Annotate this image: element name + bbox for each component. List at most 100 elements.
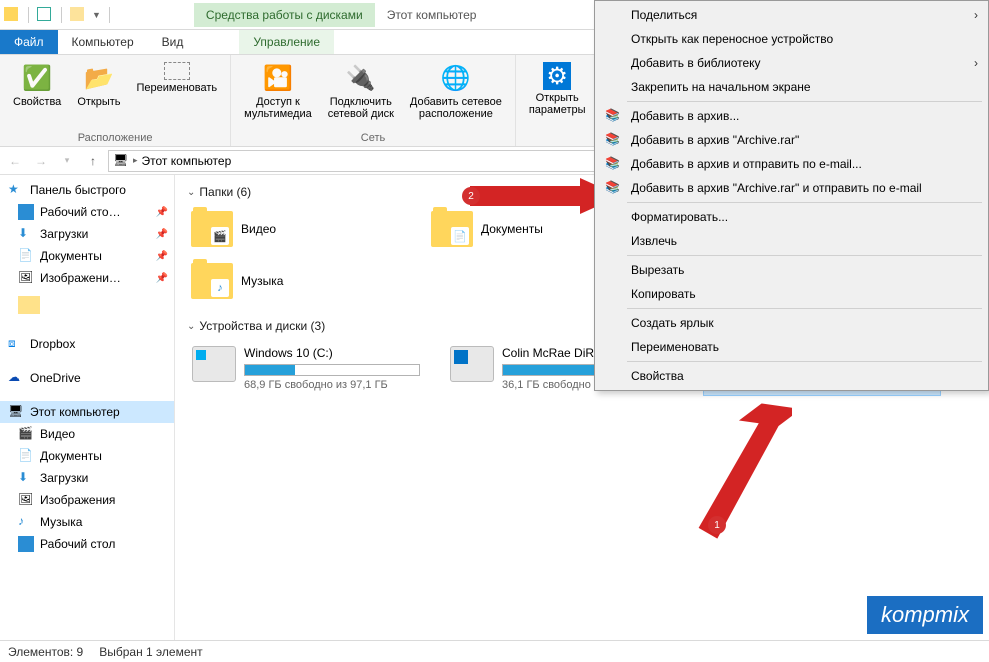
nav-recent-dropdown[interactable]: ▾ [56,150,78,172]
computer-icon: 🖥 [113,153,129,169]
winrar-icon: 📚 [605,108,621,124]
breadcrumb-location[interactable]: Этот компьютер [142,154,232,168]
group-location-label: Расположение [6,132,224,144]
annotation-arrow-1 [672,400,792,540]
ctx-open-portable[interactable]: Открыть как переносное устройство [597,27,986,51]
sidebar-onedrive[interactable]: ☁ OneDrive [0,367,174,389]
statusbar: Элементов: 9 Выбран 1 элемент [0,640,989,662]
sidebar-videos[interactable]: 🎬 Видео [0,423,174,445]
ctx-pin-start[interactable]: Закрепить на начальном экране [597,75,986,99]
chevron-right-icon: › [974,56,978,70]
sidebar-this-pc[interactable]: 🖥 Этот компьютер [0,401,174,423]
ctx-add-archive-rar[interactable]: 📚 Добавить в архив "Archive.rar" [597,128,986,152]
ribbon-media-access-button[interactable]: 🎦 Доступ к мультимедиа [237,59,319,130]
ribbon-rename-button[interactable]: Переименовать [130,59,225,130]
documents-icon: 📄 [18,248,34,264]
dropbox-icon: ⧈ [8,336,24,352]
folder-open-icon: 📂 [83,62,115,94]
ctx-add-library[interactable]: Добавить в библиотеку › [597,51,986,75]
sidebar-downloads[interactable]: ⬇ Загрузки 📌 [0,223,174,245]
sidebar-downloads2[interactable]: ⬇ Загрузки [0,467,174,489]
folder-icon: 🎬 [191,211,233,247]
computer-icon: 🖥 [8,404,24,420]
ribbon-open-button[interactable]: 📂 Открыть [70,59,127,130]
onedrive-icon: ☁ [8,370,24,386]
sidebar-desktop[interactable]: Рабочий сто… 📌 [0,201,174,223]
properties-icon: ✅ [21,62,53,94]
pin-icon: 📌 [156,229,168,240]
sidebar-item-blank[interactable] [0,289,174,321]
tab-computer[interactable]: Компьютер [58,30,148,54]
ctx-share[interactable]: Поделиться › [597,3,986,27]
add-location-icon: 🌐 [440,62,472,94]
capacity-bar [244,364,420,376]
sidebar-pictures2[interactable]: 🖼 Изображения [0,489,174,511]
video-icon: 🎬 [18,426,34,442]
ctx-separator [627,255,982,256]
chevron-down-icon: ⌄ [187,321,195,332]
pictures-icon: 🖼 [18,270,34,286]
ribbon-settings-button[interactable]: ⚙ Открыть параметры [522,59,593,130]
annotation-badge-2: 2 [462,187,480,205]
video-overlay-icon: 🎬 [211,227,229,245]
ribbon-add-location-button[interactable]: 🌐 Добавить сетевое расположение [403,59,509,130]
music-overlay-icon: ♪ [211,279,229,297]
ctx-separator [627,202,982,203]
network-drive-icon: 🔌 [345,62,377,94]
folder-videos[interactable]: 🎬 Видео [187,207,407,251]
breadcrumb-chevron-icon[interactable]: ▸ [133,155,138,166]
ctx-separator [627,101,982,102]
nav-up-button[interactable]: ↑ [82,150,104,172]
star-icon: ★ [8,182,24,198]
pin-icon: 📌 [156,207,168,218]
qat-new-folder-icon[interactable] [70,7,86,23]
folder-icon: ♪ [191,263,233,299]
sidebar-desktop2[interactable]: Рабочий стол [0,533,174,555]
app-icon [4,7,20,23]
winrar-icon: 📚 [605,132,621,148]
music-icon: ♪ [18,514,34,530]
qat-dropdown-icon[interactable]: ▼ [92,10,101,20]
ctx-add-archive-email[interactable]: 📚 Добавить в архив и отправить по e-mail… [597,152,986,176]
ctx-rename[interactable]: Переименовать [597,335,986,359]
sidebar-dropbox[interactable]: ⧈ Dropbox [0,333,174,355]
downloads-icon: ⬇ [18,226,34,242]
sidebar-documents[interactable]: 📄 Документы 📌 [0,245,174,267]
sidebar-music[interactable]: ♪ Музыка [0,511,174,533]
pictures-icon: 🖼 [18,492,34,508]
ctx-properties[interactable]: Свойства [597,364,986,388]
qat-properties-icon[interactable] [37,7,53,23]
sidebar-documents2[interactable]: 📄 Документы [0,445,174,467]
ctx-add-archive-rar-email[interactable]: 📚 Добавить в архив "Archive.rar" и отпра… [597,176,986,200]
winrar-icon: 📚 [605,180,621,196]
desktop-icon [18,536,34,552]
ctx-copy[interactable]: Копировать [597,282,986,306]
tab-view[interactable]: Вид [148,30,198,54]
sidebar-quick-access[interactable]: ★ Панель быстрого [0,179,174,201]
chevron-right-icon: › [974,8,978,22]
ctx-cut[interactable]: Вырезать [597,258,986,282]
media-icon: 🎦 [262,62,294,94]
doc-overlay-icon: 📄 [451,227,469,245]
ctx-format[interactable]: Форматировать... [597,205,986,229]
downloads-icon: ⬇ [18,470,34,486]
ctx-create-shortcut[interactable]: Создать ярлык [597,311,986,335]
ctx-eject[interactable]: Извлечь [597,229,986,253]
folder-icon: 📄 [431,211,473,247]
folder-icon [18,296,40,314]
tab-manage[interactable]: Управление [239,30,334,54]
ribbon-map-drive-button[interactable]: 🔌 Подключить сетевой диск [321,59,401,130]
drive-c[interactable]: Windows 10 (C:) 68,9 ГБ свободно из 97,1… [187,341,425,396]
sidebar: ★ Панель быстрого Рабочий сто… 📌 ⬇ Загру… [0,175,175,643]
chevron-down-icon: ⌄ [187,187,195,198]
sidebar-pictures[interactable]: 🖼 Изображени… 📌 [0,267,174,289]
annotation-badge-1: 1 [708,516,726,534]
nav-back-button[interactable]: ← [4,150,26,172]
folder-music[interactable]: ♪ Музыка [187,259,407,303]
ctx-add-archive[interactable]: 📚 Добавить в архив... [597,104,986,128]
status-selected: Выбран 1 элемент [99,645,202,659]
ribbon-properties-button[interactable]: ✅ Свойства [6,59,68,130]
tab-file[interactable]: Файл [0,30,58,54]
context-tab-label: Средства работы с дисками [194,3,375,27]
nav-forward-button[interactable]: → [30,150,52,172]
